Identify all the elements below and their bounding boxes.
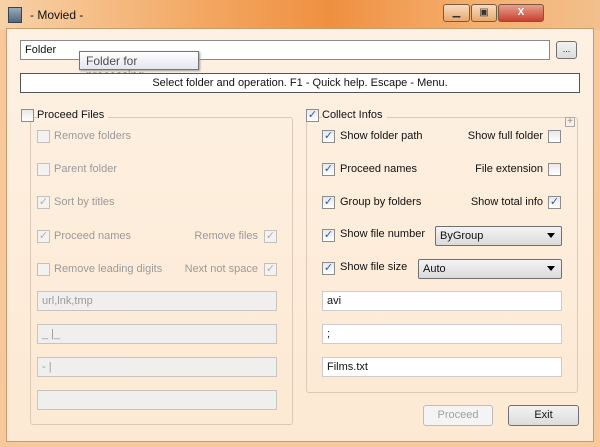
remove-files-checkbox[interactable]: ✓ xyxy=(264,230,277,243)
proceed-button[interactable]: Proceed xyxy=(423,405,493,426)
show-folder-path-checkbox[interactable]: ✓ xyxy=(322,130,335,143)
remove-leading-digits-label: Remove leading digits xyxy=(54,263,163,275)
app-icon xyxy=(8,7,22,23)
close-button[interactable]: X xyxy=(498,4,544,22)
extensions-input[interactable]: avi xyxy=(322,291,562,311)
group-by-folders-label: Group by folders xyxy=(340,196,422,208)
proceed-names-infos-checkbox[interactable]: ✓ xyxy=(322,163,335,176)
title-bar[interactable]: - Movied - ▁ ▣ X xyxy=(0,0,600,30)
separator-input[interactable]: ; xyxy=(322,324,562,344)
remove-files-label: Remove files xyxy=(194,230,258,242)
show-full-folder-checkbox[interactable] xyxy=(548,130,561,143)
file-extension-label: File extension xyxy=(475,163,543,175)
minimize-button[interactable]: ▁ xyxy=(443,4,470,22)
show-total-info-label: Show total info xyxy=(470,196,543,208)
parent-folder-label: Parent folder xyxy=(54,163,117,175)
group-by-folders-checkbox[interactable]: ✓ xyxy=(322,196,335,209)
parent-folder-checkbox[interactable] xyxy=(37,163,50,176)
remove-folders-checkbox[interactable] xyxy=(37,130,50,143)
chevron-down-icon xyxy=(547,266,555,271)
remove-folders-label: Remove folders xyxy=(54,130,132,142)
proceed-names-files-checkbox[interactable]: ✓ xyxy=(37,230,50,243)
separator-chars-input[interactable]: - | xyxy=(37,357,277,377)
replace-chars-input[interactable]: _ |_ xyxy=(37,324,277,344)
file-number-mode-select[interactable]: ByGroup xyxy=(435,226,562,246)
proceed-names-infos-label: Proceed names xyxy=(340,163,418,175)
file-size-mode-select[interactable]: Auto xyxy=(418,259,562,279)
show-full-folder-label: Show full folder xyxy=(467,130,543,142)
folder-tooltip: Folder for processing xyxy=(79,51,199,82)
next-not-space-checkbox[interactable]: ✓ xyxy=(264,263,277,276)
browse-button[interactable]: ... xyxy=(556,41,577,59)
next-not-space-label: Next not space xyxy=(184,263,258,275)
excluded-extensions-input[interactable]: url,lnk,tmp xyxy=(37,291,277,311)
status-bar: Select folder and operation. F1 - Quick … xyxy=(20,73,580,93)
sort-by-titles-checkbox[interactable]: ✓ xyxy=(37,196,50,209)
collect-infos-label: Collect Infos xyxy=(322,108,387,122)
file-extension-checkbox[interactable] xyxy=(548,163,561,176)
proceed-files-label: Proceed Files xyxy=(37,108,109,122)
maximize-button[interactable]: ▣ xyxy=(471,4,497,22)
show-total-info-checkbox[interactable]: ✓ xyxy=(548,196,561,209)
show-file-number-checkbox[interactable]: ✓ xyxy=(322,229,335,242)
collect-infos-group xyxy=(306,117,578,393)
remove-leading-digits-checkbox[interactable] xyxy=(37,263,50,276)
show-file-size-label: Show file size xyxy=(340,261,408,273)
expand-icon[interactable]: + xyxy=(565,117,575,127)
proceed-files-checkbox[interactable] xyxy=(21,109,34,122)
output-file-input[interactable]: Films.txt xyxy=(322,357,562,377)
window-title: - Movied - xyxy=(30,8,84,22)
chevron-down-icon xyxy=(547,233,555,238)
show-file-size-checkbox[interactable]: ✓ xyxy=(322,262,335,275)
proceed-names-files-label: Proceed names xyxy=(54,230,132,242)
exit-button[interactable]: Exit xyxy=(508,405,579,426)
collect-infos-checkbox[interactable]: ✓ xyxy=(306,109,319,122)
file-size-mode-value: Auto xyxy=(423,263,446,275)
show-folder-path-label: Show folder path xyxy=(340,130,423,142)
extra-input[interactable] xyxy=(37,390,277,410)
file-number-mode-value: ByGroup xyxy=(440,230,484,242)
show-file-number-label: Show file number xyxy=(340,228,425,240)
sort-by-titles-label: Sort by titles xyxy=(54,196,115,208)
